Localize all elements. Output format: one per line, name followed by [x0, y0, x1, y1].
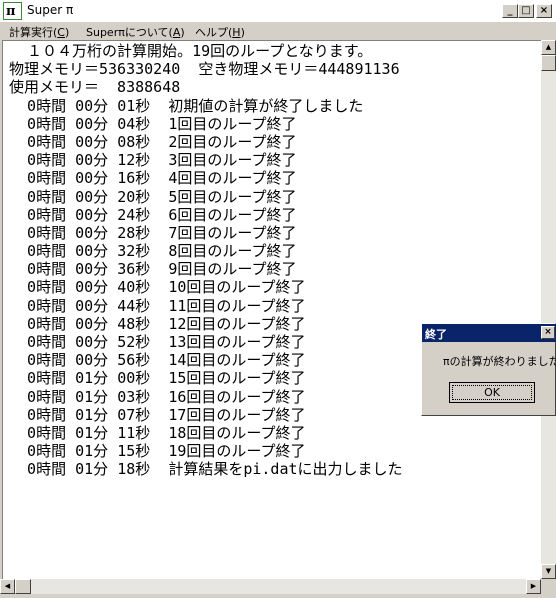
window-title: Super π	[27, 3, 74, 17]
log-line: 0時間 01分 00秒 15回目のループ終了	[9, 369, 306, 388]
maximize-button[interactable]: □	[518, 4, 534, 18]
log-line: 0時間 01分 11秒 18回目のループ終了	[9, 423, 306, 442]
log-line: 物理メモリ＝536330240 空き物理メモリ＝444891136	[9, 60, 400, 79]
title-bar[interactable]: π Super π _ □ ×	[0, 0, 556, 22]
log-line: 0時間 01分 03秒 16回目のループ終了	[9, 387, 306, 406]
log-line: 0時間 00分 48秒 12回目のループ終了	[9, 314, 306, 333]
dialog-title: 終了	[425, 328, 447, 341]
log-line: 0時間 00分 12秒 3回目のループ終了	[9, 151, 297, 170]
log-line: 0時間 00分 28秒 7回目のループ終了	[9, 223, 297, 242]
log-line: 0時間 00分 04秒 1回目のループ終了	[9, 114, 297, 133]
scroll-right-button[interactable]: ▶	[526, 579, 541, 594]
super-pi-window: π Super π _ □ × 計算実行(C) Superπについて(A) ヘル…	[0, 0, 556, 598]
dialog-title-bar[interactable]: 終了 ×	[422, 324, 556, 342]
calculation-log: １０４万桁の計算開始。19回のループとなります。 物理メモリ＝536330240 …	[9, 42, 403, 479]
log-line: 0時間 00分 36秒 9回目のループ終了	[9, 260, 297, 279]
ok-button[interactable]: OK	[449, 382, 535, 403]
log-line: 0時間 00分 20秒 5回目のループ終了	[9, 187, 297, 206]
dialog-close-button[interactable]: ×	[541, 326, 555, 339]
menu-help[interactable]: ヘルプ(H)	[195, 24, 245, 40]
horizontal-scrollbar[interactable]: ◀ ▶	[0, 579, 541, 594]
log-line: 0時間 00分 44秒 11回目のループ終了	[9, 296, 306, 315]
scroll-up-button[interactable]: ▲	[541, 40, 556, 55]
log-line: 0時間 01分 18秒 計算結果をpi.datに出力しました	[9, 460, 403, 479]
menu-bar: 計算実行(C) Superπについて(A) ヘルプ(H)	[0, 22, 556, 40]
log-line: 0時間 01分 15秒 19回目のループ終了	[9, 442, 306, 461]
scroll-down-button[interactable]: ▼	[541, 564, 556, 579]
finished-dialog: 終了 × πの計算が終わりました OK	[421, 323, 556, 416]
log-line: １０４万桁の計算開始。19回のループとなります。	[9, 42, 373, 60]
log-line: 0時間 00分 40秒 10回目のループ終了	[9, 278, 306, 297]
log-line: 0時間 00分 32秒 8回目のループ終了	[9, 242, 297, 261]
log-area[interactable]: １０４万桁の計算開始。19回のループとなります。 物理メモリ＝536330240 …	[2, 40, 541, 579]
scrollbar-corner	[541, 579, 556, 598]
dialog-message: πの計算が終わりました	[443, 355, 556, 368]
menu-run-calculation[interactable]: 計算実行(C)	[9, 24, 69, 40]
vertical-scrollbar[interactable]: ▲ ▼	[541, 40, 556, 579]
minimize-button[interactable]: _	[502, 4, 518, 18]
super-pi-app-icon[interactable]: π	[3, 2, 22, 20]
vertical-scroll-thumb[interactable]	[541, 55, 556, 71]
pi-symbol-icon: π	[6, 4, 16, 19]
scroll-left-button[interactable]: ◀	[0, 579, 15, 594]
horizontal-scroll-thumb[interactable]	[15, 579, 31, 594]
log-line: 0時間 00分 24秒 6回目のループ終了	[9, 205, 297, 224]
close-button[interactable]: ×	[536, 4, 552, 18]
log-line: 0時間 00分 52秒 13回目のループ終了	[9, 333, 306, 351]
log-line: 0時間 00分 56秒 14回目のループ終了	[9, 351, 306, 370]
log-line: 0時間 00分 01秒 初期値の計算が終了しました	[9, 96, 364, 115]
log-line: 0時間 00分 16秒 4回目のループ終了	[9, 169, 297, 188]
menu-about-super-pi[interactable]: Superπについて(A)	[86, 24, 185, 40]
log-line: 0時間 01分 07秒 17回目のループ終了	[9, 405, 306, 424]
log-line: 使用メモリ＝ 8388648	[9, 78, 181, 97]
log-line: 0時間 00分 08秒 2回目のループ終了	[9, 132, 297, 151]
